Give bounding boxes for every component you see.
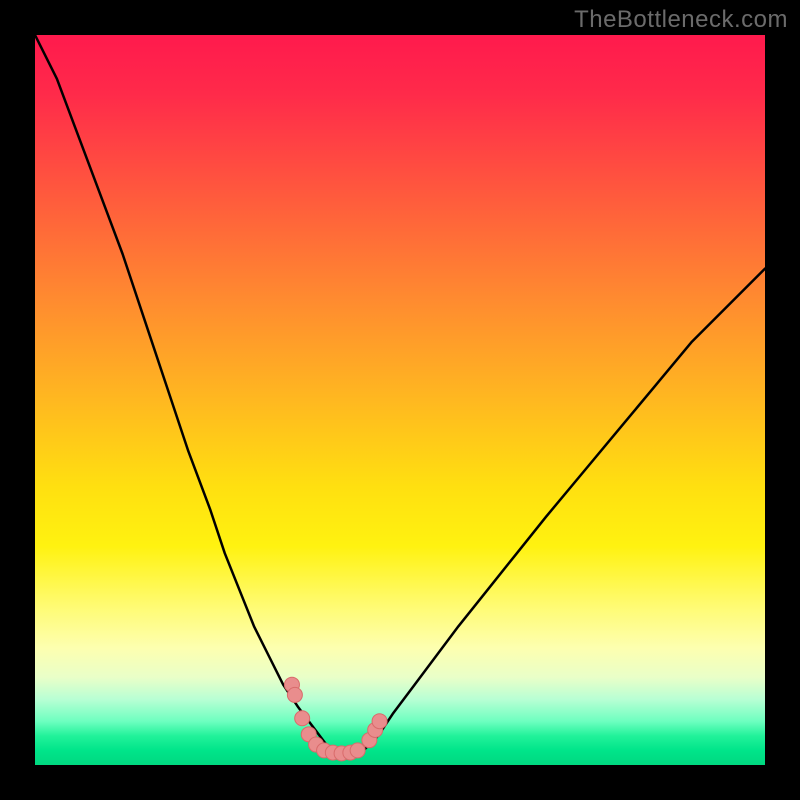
marker-point (350, 743, 365, 758)
plot-area (35, 35, 765, 765)
curve-layer (35, 35, 765, 754)
chart-svg (35, 35, 765, 765)
marker-point (372, 714, 387, 729)
series-right-curve (364, 269, 766, 751)
marker-point (287, 687, 302, 702)
marker-point (295, 711, 310, 726)
series-left-curve (35, 35, 331, 750)
marker-layer (284, 677, 387, 761)
chart-frame: TheBottleneck.com (0, 0, 800, 800)
watermark-text: TheBottleneck.com (574, 6, 788, 34)
